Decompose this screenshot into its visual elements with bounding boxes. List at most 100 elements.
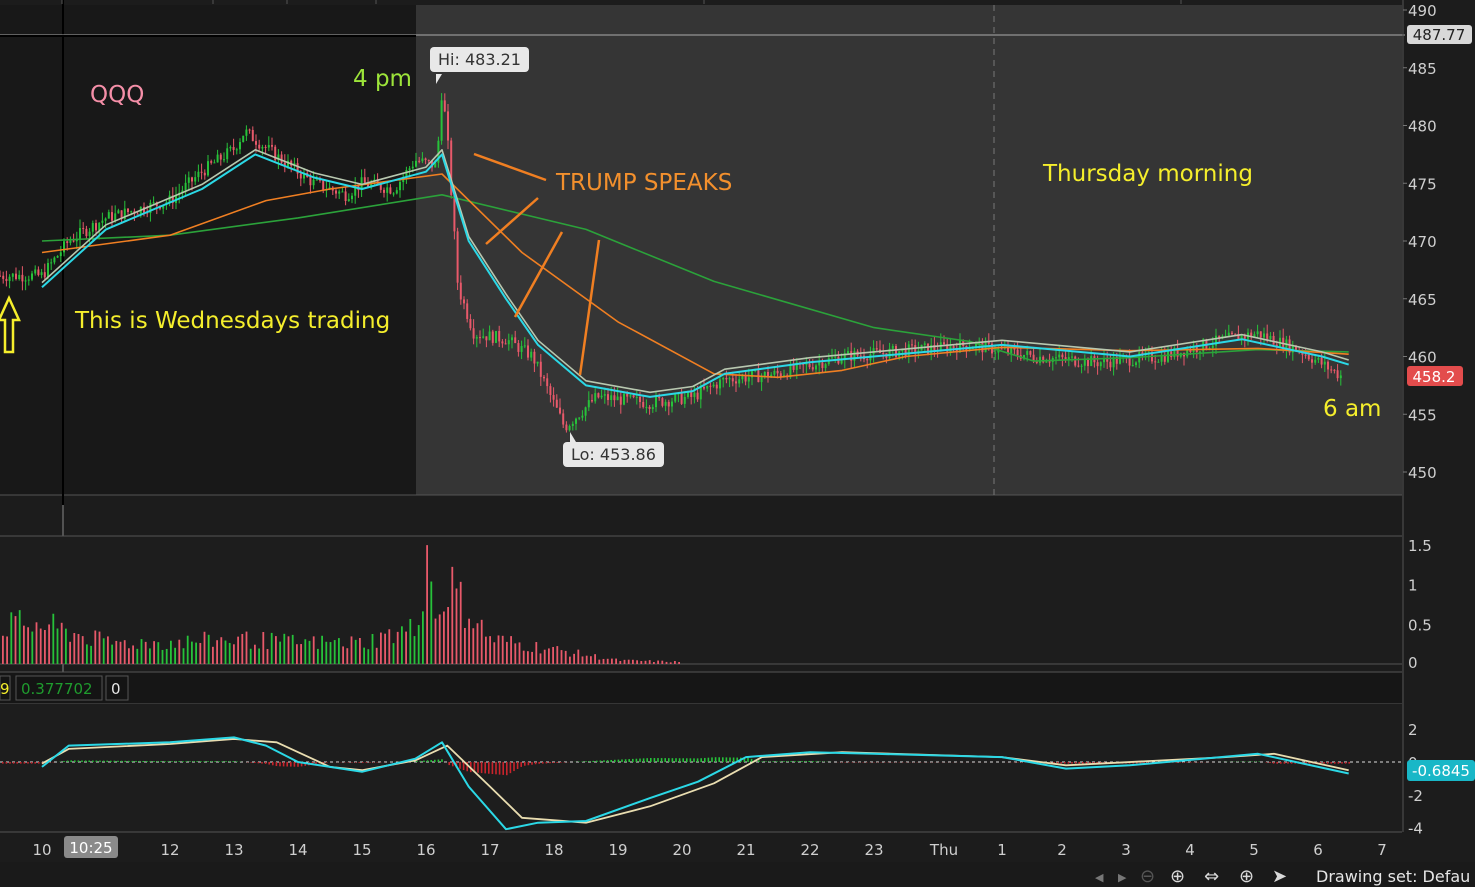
macd-histogram-bar bbox=[74, 760, 76, 762]
candle-body bbox=[533, 351, 536, 364]
time-tick-label: 6 bbox=[1313, 841, 1323, 859]
time-tick-label: 15 bbox=[352, 841, 371, 859]
candle-body bbox=[1317, 357, 1320, 360]
macd-histogram-bar bbox=[801, 761, 803, 762]
candle-body bbox=[559, 407, 561, 414]
scroll-left-icon[interactable]: ◀ bbox=[1095, 871, 1103, 884]
macd-histogram-bar bbox=[689, 758, 692, 762]
macd-histogram-bar bbox=[1272, 762, 1275, 764]
macd-histogram-bar bbox=[812, 761, 814, 762]
candle-body bbox=[571, 423, 574, 426]
candle-body bbox=[239, 142, 241, 150]
volume-tick-label: 0.5 bbox=[1408, 616, 1432, 634]
time-tick-label: 13 bbox=[224, 841, 243, 859]
macd-histogram-bar bbox=[106, 760, 108, 762]
last-price-badge: 458.2 bbox=[1407, 366, 1463, 386]
candle-body bbox=[994, 352, 997, 354]
macd-histogram-bar bbox=[592, 760, 594, 762]
zoom-out-icon[interactable]: ⊖ bbox=[1140, 866, 1155, 887]
macd-histogram-bar bbox=[524, 762, 526, 766]
candle-body bbox=[1087, 359, 1089, 367]
macd-histogram-bar bbox=[441, 759, 443, 762]
candle-body bbox=[338, 191, 341, 194]
macd-histogram-bar bbox=[264, 762, 267, 764]
macd-histogram-bar bbox=[290, 762, 292, 767]
candle-body bbox=[130, 211, 133, 213]
candle-body bbox=[242, 135, 245, 143]
candle-body bbox=[15, 273, 17, 280]
macd-histogram-bar bbox=[761, 761, 764, 762]
macd-histogram-bar bbox=[365, 762, 368, 763]
candle-body bbox=[1061, 354, 1064, 358]
trading-chart[interactable]: 490485480475470465460455450 1.510.50 20-… bbox=[0, 0, 1475, 887]
time-tick-label: 7 bbox=[1377, 841, 1387, 859]
macd-histogram-bar bbox=[606, 760, 609, 762]
volume-bar bbox=[447, 607, 449, 664]
candle-body bbox=[818, 362, 821, 366]
candle-body bbox=[341, 191, 344, 193]
macd-histogram-bar bbox=[88, 760, 90, 762]
macd-histogram-bar bbox=[232, 761, 234, 762]
candle-body bbox=[459, 282, 462, 300]
volume-bar bbox=[438, 614, 441, 664]
volume-bar bbox=[489, 636, 491, 664]
macd-histogram-bar bbox=[1082, 762, 1084, 764]
volume-bar bbox=[111, 644, 113, 664]
macd-header-fragment: 9 bbox=[0, 680, 10, 698]
macd-last-value-text: -0.6845 bbox=[1412, 762, 1470, 780]
candle-body bbox=[911, 344, 913, 346]
candle-body bbox=[626, 393, 629, 397]
candle-body bbox=[587, 400, 590, 408]
drawing-set-label[interactable]: Drawing set: Defau bbox=[1316, 867, 1470, 886]
volume-bar bbox=[581, 656, 584, 664]
scroll-right-icon[interactable]: ▶ bbox=[1118, 871, 1126, 884]
candle-body bbox=[709, 385, 712, 387]
volume-bar bbox=[611, 658, 613, 664]
volume-bar bbox=[417, 625, 420, 664]
macd-histogram-bar bbox=[117, 760, 119, 762]
candle-body bbox=[581, 415, 584, 418]
pointer-icon[interactable]: ➤ bbox=[1272, 866, 1287, 887]
volume-bar bbox=[325, 641, 328, 664]
candle-body bbox=[591, 400, 593, 402]
candle-body bbox=[658, 396, 661, 399]
candle-body bbox=[1032, 354, 1035, 361]
candle-body bbox=[72, 240, 75, 242]
volume-bar bbox=[140, 639, 143, 664]
candle-body bbox=[482, 336, 485, 338]
price-tick-label: 450 bbox=[1408, 464, 1437, 482]
volume-bar bbox=[459, 581, 462, 664]
candle-body bbox=[539, 361, 542, 377]
crosshair-icon[interactable]: ⊕ bbox=[1239, 866, 1254, 887]
macd-histogram-bar bbox=[477, 762, 479, 773]
candle-body bbox=[821, 362, 824, 369]
volume-bar bbox=[354, 639, 357, 664]
candle-body bbox=[719, 379, 721, 389]
volume-bar bbox=[367, 649, 370, 664]
macd-histogram-bar bbox=[84, 760, 87, 762]
zoom-in-icon[interactable]: ⊕ bbox=[1170, 866, 1185, 887]
volume-bar bbox=[426, 545, 428, 664]
candle-body bbox=[1263, 333, 1265, 338]
volume-bar bbox=[329, 642, 332, 664]
candle-body bbox=[399, 182, 401, 191]
macd-histogram-bar bbox=[790, 761, 792, 762]
macd-histogram-bar bbox=[167, 761, 170, 762]
candle-body bbox=[1080, 365, 1083, 367]
crosshair-price-text: 487.77 bbox=[1413, 26, 1466, 44]
macd-histogram-bar bbox=[81, 760, 83, 762]
volume-bar bbox=[569, 656, 571, 664]
volume-bar bbox=[308, 640, 311, 664]
candle-body bbox=[85, 228, 88, 237]
candle-body bbox=[891, 346, 894, 349]
macd-histogram-bar bbox=[581, 761, 584, 762]
candle-body bbox=[299, 173, 302, 179]
macd-histogram-bar bbox=[642, 758, 645, 762]
macd-histogram-bar bbox=[797, 761, 800, 762]
time-tick-label: 18 bbox=[544, 841, 563, 859]
candle-body bbox=[1096, 362, 1099, 367]
volume-bar bbox=[342, 646, 344, 664]
macd-histogram-bar bbox=[272, 762, 274, 766]
candle-body bbox=[555, 399, 558, 408]
pan-icon[interactable]: ⇔ bbox=[1204, 866, 1219, 887]
